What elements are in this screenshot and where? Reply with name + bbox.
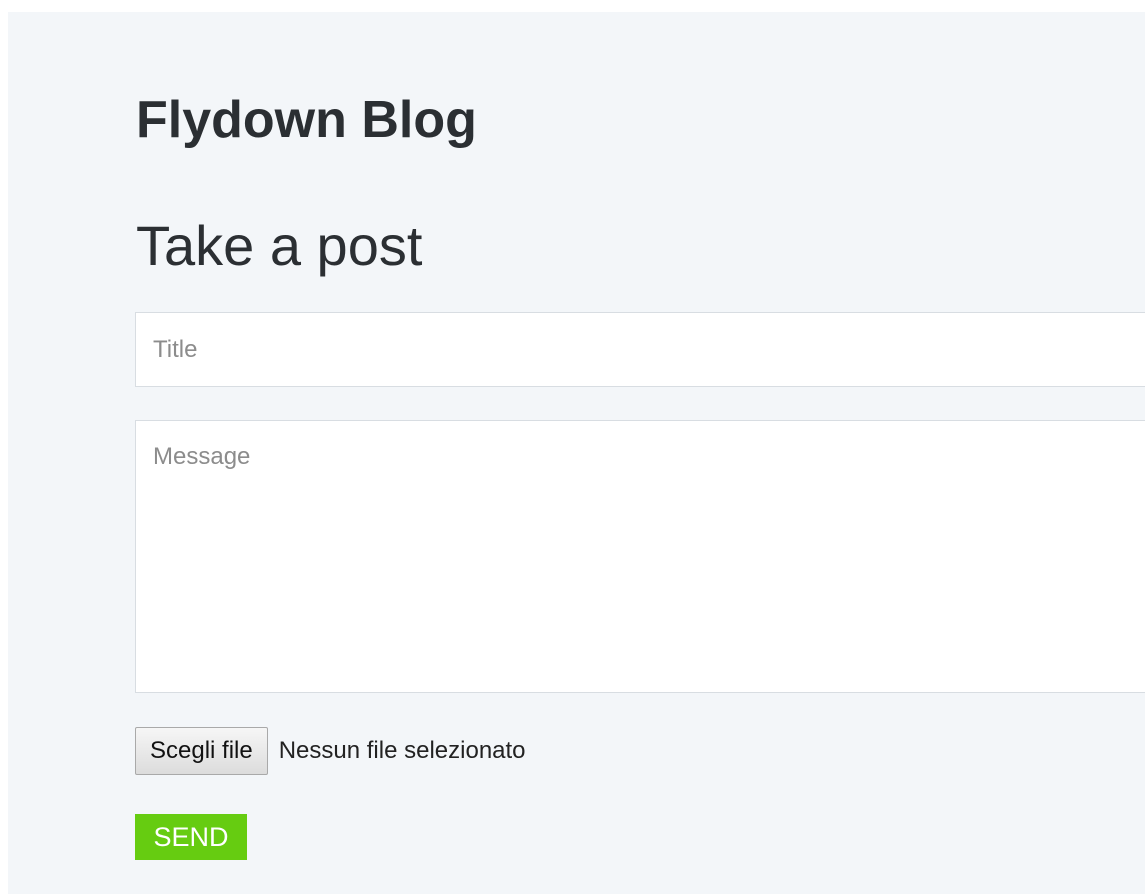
- form-heading: Take a post: [136, 214, 423, 277]
- title-input[interactable]: [135, 312, 1145, 387]
- file-picker: Scegli file Nessun file selezionato: [135, 727, 526, 775]
- file-status-text: Nessun file selezionato: [278, 737, 526, 764]
- blog-title: Flydown Blog: [136, 91, 477, 149]
- message-input[interactable]: [135, 420, 1145, 693]
- choose-file-button[interactable]: Scegli file: [135, 727, 268, 775]
- send-button[interactable]: SEND: [135, 814, 247, 860]
